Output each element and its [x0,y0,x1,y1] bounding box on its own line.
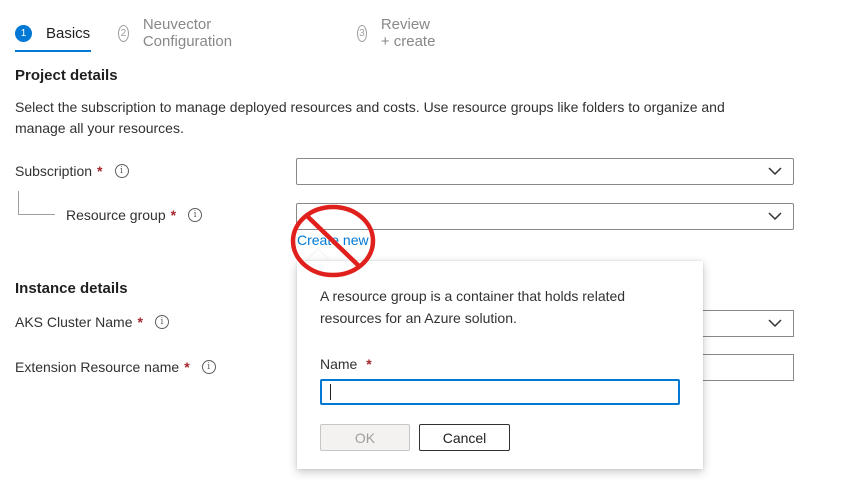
callout-description: A resource group is a container that hol… [320,288,626,326]
tab-label: Review + create [380,16,436,50]
subscription-label: Subscription * i [15,163,129,179]
aks-cluster-name-label: AKS Cluster Name * i [15,314,169,330]
extension-resource-name-input[interactable] [700,354,794,381]
step-number-3: 3 [357,24,367,42]
resource-group-label-text: Resource group [66,207,166,223]
chevron-down-icon [768,167,782,176]
extension-resource-name-label: Extension Resource name * i [15,359,216,375]
subscription-dropdown[interactable] [296,158,794,185]
aks-cluster-name-dropdown[interactable] [700,310,794,337]
name-label-text: Name [320,356,358,372]
chevron-down-icon [768,212,782,221]
name-label: Name * [320,356,372,372]
text-caret [330,384,331,400]
project-description: Select the subscription to manage deploy… [15,99,725,136]
project-details-heading: Project details [15,67,118,84]
info-icon[interactable]: i [201,360,216,374]
info-icon[interactable]: i [114,164,129,178]
info-icon[interactable]: i [188,208,203,222]
tab-label: Neuvector Configuration [142,16,233,50]
page: 1 Basics 2 Neuvector Configuration 3 Rev… [0,0,843,504]
tab-neuvector-configuration[interactable]: 2 Neuvector Configuration [118,16,238,50]
step-number-2: 2 [118,24,129,42]
ok-button[interactable]: OK [320,424,410,451]
extension-resource-name-label-text: Extension Resource name [15,359,180,375]
tab-label: Basics [46,24,91,42]
required-mark: * [97,163,103,179]
required-mark: * [184,359,190,375]
create-resource-group-callout: A resource group is a container that hol… [297,261,703,469]
tab-basics[interactable]: 1 Basics [15,18,92,52]
required-mark: * [366,356,372,372]
aks-cluster-name-label-text: AKS Cluster Name [15,314,133,330]
resource-group-label: Resource group * i [66,207,203,223]
no-symbol-icon [290,204,376,278]
tab-review-create[interactable]: 3 Review + create [357,16,437,50]
cancel-button[interactable]: Cancel [419,424,510,451]
tree-connector [18,214,55,215]
subscription-label-text: Subscription [15,163,93,179]
instance-details-heading: Instance details [15,280,128,297]
info-icon[interactable]: i [154,315,169,329]
name-input[interactable] [320,379,680,405]
step-number-1: 1 [15,24,32,42]
tree-connector [18,191,19,214]
chevron-down-icon [768,319,782,328]
required-mark: * [137,314,143,330]
required-mark: * [170,207,177,223]
